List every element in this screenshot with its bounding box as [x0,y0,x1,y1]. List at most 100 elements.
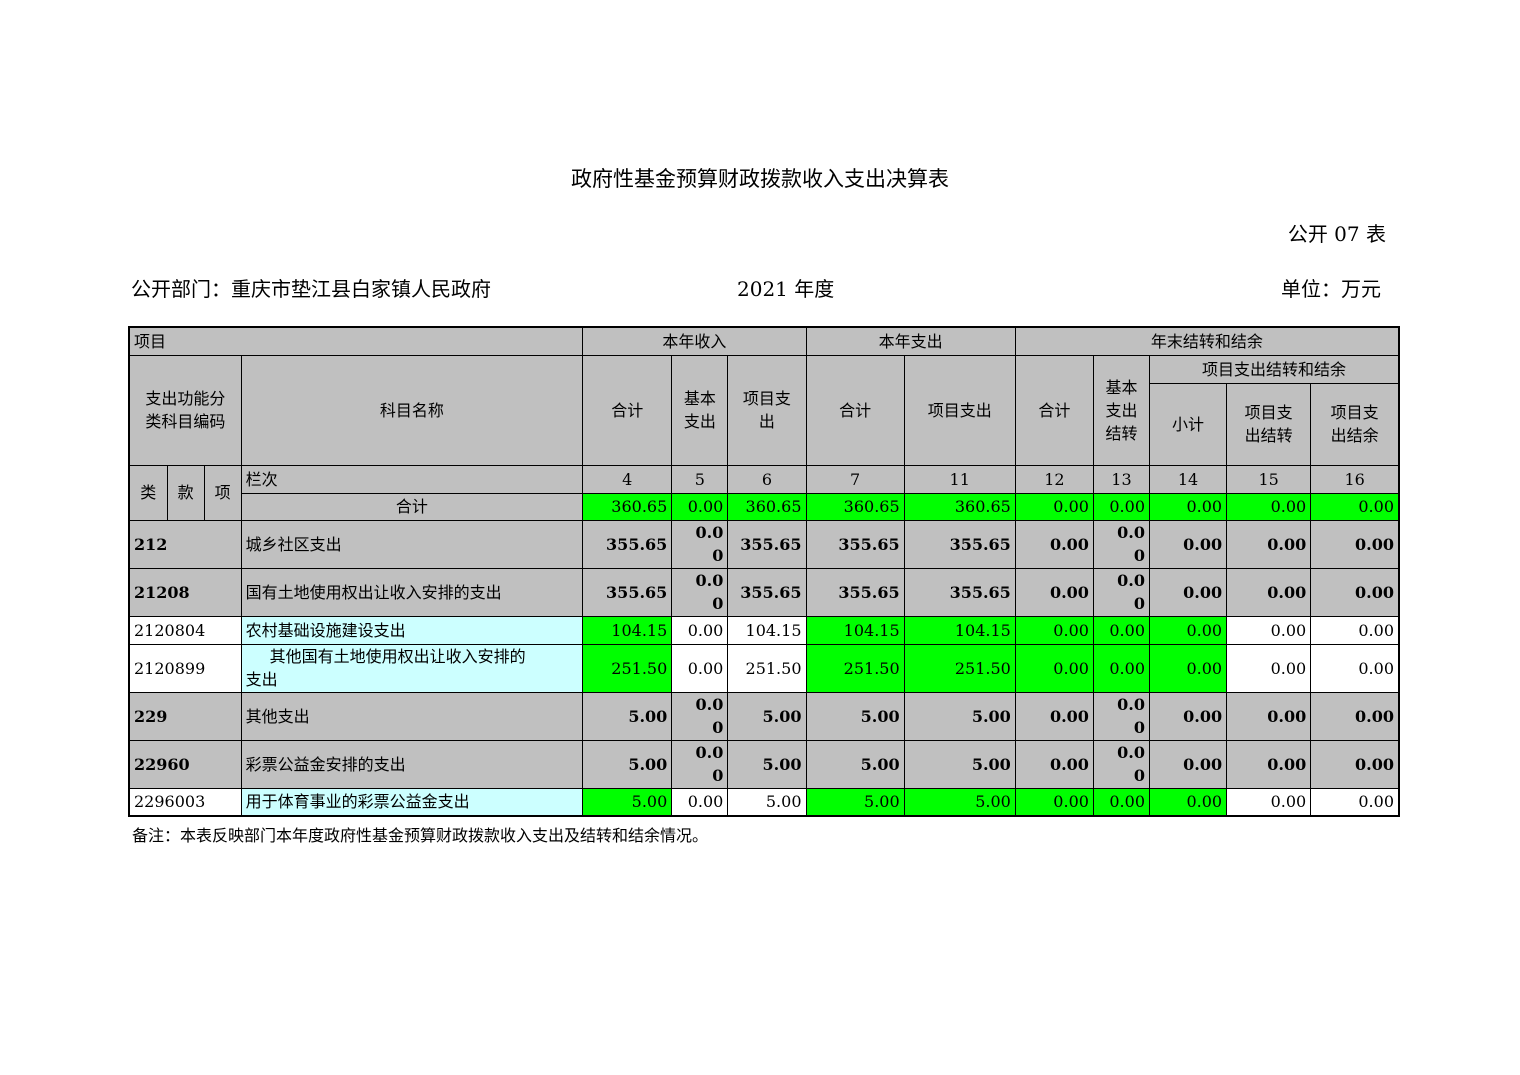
report-title: 政府性基金预算财政拨款收入支出决算表 [571,167,949,191]
table-row: 212 城乡社区支出 355.65 0.0 0 355.65 355.65 355… [128,519,1400,569]
cell: 0.00 [671,567,729,617]
cell: 5.00 [582,787,673,817]
header-code: 支出功能分类科目编码 [128,354,242,466]
row-code: 2296003 [128,787,242,817]
cell: 5.00 [903,739,1016,789]
cell: 0.00 [1310,739,1400,789]
cell: 0.00 [1092,615,1151,645]
header-income-project: 项目支出 [727,354,807,466]
cell: 355.65 [727,519,807,569]
cell: 0.00 [1148,739,1228,789]
cell: 104.15 [805,615,905,645]
table-row: 2120804 农村基础设施建设支出 104.15 0.00 104.15 10… [128,615,1400,645]
footnote: 备注：本表反映部门本年度政府性基金预算财政拨款收入支出及结转和结余情况。 [132,826,709,845]
cell: 0.00 [1226,567,1312,617]
cell: 0.00 [671,787,729,817]
row-name: 城乡社区支出 [240,519,584,569]
cell: 5.00 [582,739,673,789]
cell: 355.65 [903,519,1016,569]
row-name: 国有土地使用权出让收入安排的支出 [240,567,584,617]
col-num: 7 [805,464,905,494]
cell: 0.00 [1148,691,1228,741]
col-num: 16 [1310,464,1400,494]
cell: 251.50 [582,643,673,693]
cell: 360.65 [727,492,807,521]
cell: 355.65 [805,567,905,617]
cell: 0.00 [1014,567,1094,617]
header-income: 本年收入 [582,326,807,356]
row-name: 其他国有土地使用权出让收入安排的 支出 [240,643,584,693]
table-row: 21208 国有土地使用权出让收入安排的支出 355.65 0.0 0 355.6… [128,567,1400,617]
cell: 5.00 [727,787,807,817]
header-income-basic: 基本 支出 [671,354,729,466]
header-expense-total: 合计 [805,354,905,466]
cell: 355.65 [727,567,807,617]
header-kuan: 款 [166,464,205,521]
cell: 0.00 [1014,615,1094,645]
cell: 0.00 [1148,787,1228,817]
year-label: 2021 年度 [737,277,835,301]
cell: 0.00 [1092,643,1151,693]
cell: 0.00 [1092,691,1151,741]
header-proj-carry: 项目支 出结转 [1226,382,1312,466]
cell: 0.00 [671,691,729,741]
header-lanci: 栏次 [240,464,584,494]
row-name: 其他支出 [240,691,584,741]
row-name: 彩票公益金安排的支出 [240,739,584,789]
header-basic-carry: 基本 支出 结转 [1092,354,1151,466]
header-name: 科目名称 [240,354,584,466]
budget-table: 项目 本年收入 本年支出 年末结转和结余 支出功能分类科目编码 科目名称 合计 … [128,326,1400,817]
cell: 0.00 [1092,739,1151,789]
cell: 0.00 [1148,519,1228,569]
row-code: 2120899 [128,643,242,693]
cell: 0.00 [1148,615,1228,645]
cell: 360.65 [582,492,673,521]
table-row: 2296003 用于体育事业的彩票公益金支出 5.00 0.00 5.00 5.… [128,787,1400,817]
cell: 0.00 [1014,492,1094,521]
header-xiang: 项 [203,464,242,521]
cell: 0.00 [1014,787,1094,817]
cell: 0.00 [1148,567,1228,617]
header-proj-surplus: 项目支 出结余 [1310,382,1400,466]
unit-label: 单位：万元 [1281,277,1381,301]
cell: 5.00 [805,691,905,741]
row-code: 21208 [128,567,242,617]
header-expense: 本年支出 [805,326,1016,356]
cell: 0.00 [671,519,729,569]
cell: 104.15 [903,615,1016,645]
cell: 0.00 [1014,739,1094,789]
col-num: 12 [1014,464,1094,494]
cell: 5.00 [582,691,673,741]
col-num: 5 [671,464,729,494]
header-income-total: 合计 [582,354,673,466]
cell: 0.00 [1310,615,1400,645]
form-number: 公开 07 表 [1287,222,1386,246]
cell: 0.00 [1310,787,1400,817]
cell: 104.15 [727,615,807,645]
cell: 355.65 [582,567,673,617]
cell: 0.00 [1226,691,1312,741]
cell: 360.65 [903,492,1016,521]
cell: 104.15 [582,615,673,645]
table-row: 2120899 其他国有土地使用权出让收入安排的 支出 251.50 0.00 2… [128,643,1400,693]
header-project-carry: 项目支出结转和结余 [1149,354,1400,384]
cell: 0.00 [1148,643,1228,693]
cell: 5.00 [903,787,1016,817]
cell: 0.00 [1092,519,1151,569]
cell: 5.00 [727,739,807,789]
cell: 0.00 [671,739,729,789]
cell: 5.00 [727,691,807,741]
col-num: 6 [727,464,807,494]
cell: 0.00 [1014,643,1094,693]
cell: 0.00 [1148,492,1228,521]
cell: 0.00 [1226,739,1312,789]
cell: 0.00 [1014,691,1094,741]
cell: 0.00 [1310,567,1400,617]
header-expense-project: 项目支出 [903,354,1016,466]
cell: 0.00 [1092,567,1151,617]
header-year-end: 年末结转和结余 [1014,326,1400,356]
header-lei: 类 [128,464,168,521]
cell: 355.65 [582,519,673,569]
cell: 0.00 [1226,643,1312,693]
cell: 0.00 [1310,643,1400,693]
